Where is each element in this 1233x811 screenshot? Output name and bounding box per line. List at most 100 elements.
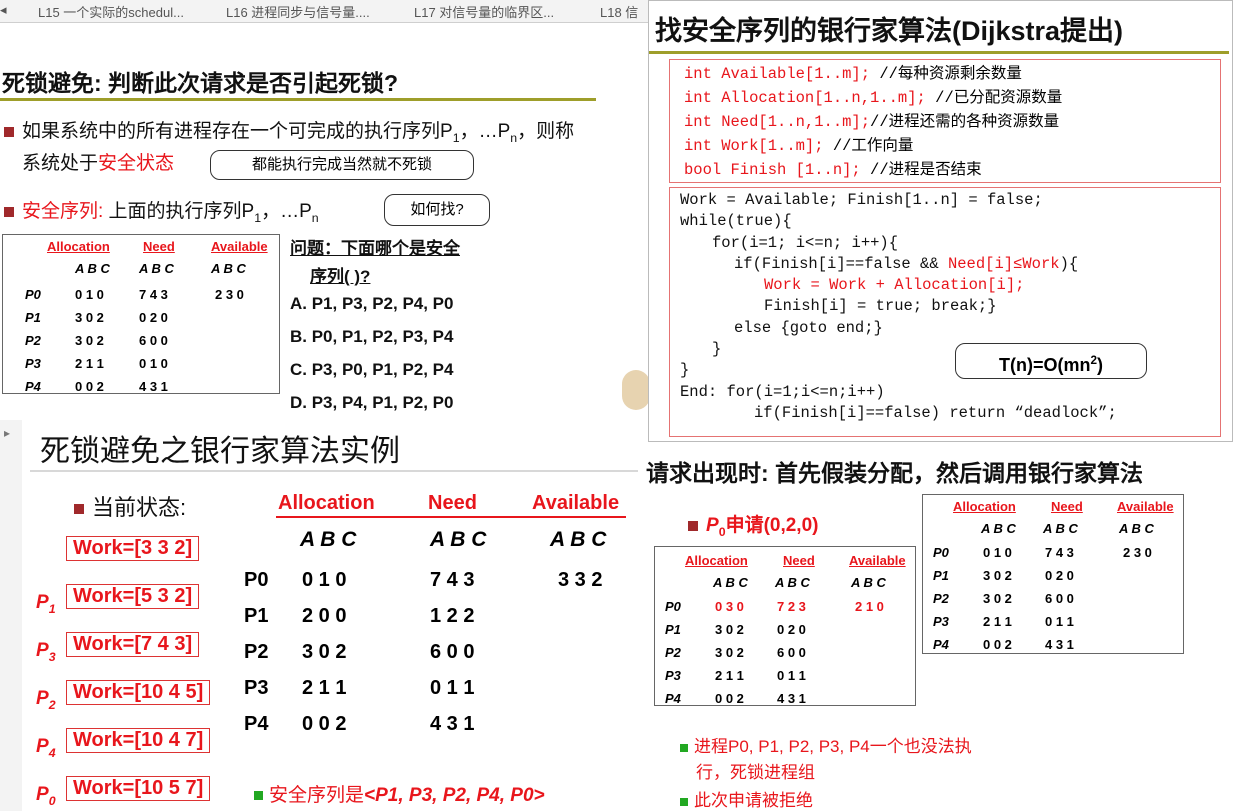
abc-label: A B C (713, 575, 748, 590)
callout-bubble-how: 如何找? (384, 194, 490, 226)
slide-title: 死锁避免: 判断此次请求是否引起死锁? (2, 70, 399, 96)
table-row: P1 3 0 20 2 0 (665, 622, 806, 637)
abc-label: A B C (1119, 521, 1154, 536)
tab-l15[interactable]: L15 一个实际的schedul... (38, 2, 216, 20)
work-box: Work=[10 4 7] (66, 728, 211, 753)
slide-title: 找安全序列的银行家算法(Dijkstra提出) (655, 16, 1124, 46)
work-process-label: P0 (36, 784, 56, 808)
abc-label: A B C (75, 261, 110, 276)
decl-line: int Available[1..m]; //每种资源剩余数量 (684, 65, 1022, 83)
abc-label: A B C (550, 528, 607, 551)
code-line: End: for(i=1;i<=n;i++) (680, 382, 885, 401)
col-header: Need (783, 553, 815, 568)
slide-request-handling: 请求出现时: 首先假装分配，然后调用银行家算法 P0申请(0,2,0) Allo… (640, 446, 1233, 811)
bullet-square (680, 797, 688, 806)
question-line1: 问题：下面哪个是安全 (290, 239, 460, 258)
col-header: Need (143, 239, 175, 254)
tab-l17[interactable]: L17 对信号量的临界区... (414, 2, 592, 20)
table-row: P4 0 0 24 3 1 (244, 713, 475, 735)
option-b: B. P0, P1, P2, P3, P4 (290, 327, 454, 346)
expand-arrow-icon[interactable]: ▸ (4, 426, 10, 440)
decl-line: int Need[1..n,1..m];//进程还需的各种资源数量 (684, 113, 1060, 131)
bullet-square (4, 126, 14, 137)
col-header: Allocation (47, 239, 110, 254)
col-header: Need (1051, 499, 1083, 514)
code-line: while(true){ (680, 212, 792, 231)
col-header: Available (849, 553, 906, 568)
resource-table: Allocation Need Available A B C A B C A … (2, 234, 280, 394)
algorithm-code-box: Work = Available; Finish[1..n] = false; w… (669, 187, 1221, 437)
decl-line: int Work[1..m]; //工作向量 (684, 137, 914, 155)
bullet-square (4, 206, 14, 217)
abc-label: A B C (430, 528, 487, 551)
code-line: if(Finish[i]==false) return “deadlock”; (754, 403, 1117, 422)
request-bullet: P0申请(0,2,0) (688, 510, 818, 539)
abc-label: A B C (981, 521, 1016, 536)
complexity-bubble: T(n)=O(mn2) (955, 343, 1147, 379)
abc-label: A B C (1043, 521, 1078, 536)
side-gutter (0, 420, 22, 811)
table-row: P4 0 0 24 3 1 (933, 637, 1074, 652)
col-header: Available (1117, 499, 1174, 514)
bullet-square (254, 791, 263, 801)
col-header: Allocation (685, 553, 748, 568)
bullet-square (680, 743, 688, 752)
abc-label: A B C (211, 261, 246, 276)
table-row: P3 2 1 10 1 1 (244, 677, 475, 699)
code-line: Finish[i] = true; break;} (764, 297, 997, 316)
bullet-square (74, 504, 84, 515)
work-process-label: P3 (36, 640, 56, 664)
code-line: else {goto end;} (734, 318, 883, 337)
process-rows: P0 0 1 07 4 32 3 0 P1 3 0 20 2 0 P2 3 0 26 … (933, 541, 1152, 656)
table-row: P0 0 1 07 4 32 3 0 (933, 545, 1152, 560)
option-c: C. P3, P0, P1, P2, P4 (290, 360, 454, 379)
process-rows: P0 0 1 07 4 32 3 0 P1 3 0 20 2 0 P2 3 0 26 … (25, 283, 244, 398)
option-d: D. P3, P4, P1, P2, P0 (290, 393, 454, 412)
abc-label: A B C (775, 575, 810, 590)
slide-banker-example: ▸ 死锁避免之银行家算法实例 当前状态: Allocation Need Ava… (0, 420, 640, 811)
col-header: Available (532, 492, 620, 514)
work-box: Work=[5 3 2] (66, 584, 200, 609)
logo-icon (622, 370, 648, 410)
slide-title: 请求出现时: 首先假装分配，然后调用银行家算法 (646, 460, 1144, 486)
work-box: Work=[10 5 7] (66, 776, 211, 801)
table-row: P2 3 0 26 0 0 (665, 645, 806, 660)
option-a: A. P1, P3, P2, P4, P0 (290, 294, 454, 313)
callout-bubble: 都能执行完成当然就不死锁 (210, 150, 474, 180)
process-rows: P0 0 3 07 2 32 1 0 P1 3 0 20 2 0 P2 3 0 26 … (665, 595, 884, 710)
table-row: P3 2 1 10 1 1 (933, 614, 1074, 629)
code-line: if(Finish[i]==false && Need[i]≤Work){ (734, 254, 1079, 273)
tab-scroll-left-icon[interactable]: ◂ (0, 2, 22, 20)
title-rule (0, 98, 596, 101)
table-row: P2 3 0 26 0 0 (244, 641, 475, 663)
code-line: Work = Available; Finish[1..n] = false; (680, 191, 1043, 209)
col-header: Allocation (953, 499, 1016, 514)
work-process-label: P4 (36, 736, 56, 760)
conclusion-deadlock: 进程P0, P1, P2, P3, P4一个也没法执 (680, 732, 972, 757)
tab-l16[interactable]: L16 进程同步与信号量.... (226, 2, 406, 20)
bullet-safe-state: 如果系统中的所有进程存在一个可完成的执行序列P1，…Pn，则称 (4, 116, 574, 145)
col-header: Allocation (278, 492, 375, 514)
work-box: Work=[3 3 2] (66, 536, 200, 561)
table-row: P0 0 3 07 2 32 1 0 (665, 599, 884, 614)
conclusion-deadlock-line2: 行，死锁进程组 (696, 763, 815, 782)
abc-label: A B C (139, 261, 174, 276)
title-rule (649, 51, 1229, 54)
slide-deadlock-avoidance: 死锁避免: 判断此次请求是否引起死锁? 如果系统中的所有进程存在一个可完成的执行… (0, 58, 648, 420)
work-box: Work=[10 4 5] (66, 680, 211, 705)
col-header: Need (428, 492, 477, 514)
safe-sequence-result: 安全序列是<P1, P3, P2, P4, P0> (254, 780, 545, 807)
code-line: for(i=1; i<=n; i++){ (712, 233, 899, 252)
original-state-table: Allocation Need Available A B C A B C A … (922, 494, 1184, 654)
table-row: P1 3 0 20 2 0 (25, 310, 168, 325)
example-rows: P0 0 1 07 4 33 3 2 P1 2 0 01 2 2 P2 3 0 26 … (244, 562, 602, 742)
slide-title: 死锁避免之银行家算法实例 (40, 435, 400, 468)
table-row: P2 3 0 26 0 0 (25, 333, 168, 348)
code-line: Work = Work + Allocation[i]; (764, 276, 1025, 295)
tab-l18[interactable]: L18 信 (600, 2, 640, 20)
bullet-square (688, 520, 698, 531)
slide-banker-algorithm: 找安全序列的银行家算法(Dijkstra提出) int Available[1.… (648, 0, 1233, 442)
table-row: P4 0 0 24 3 1 (25, 379, 168, 394)
bullet-safe-state-line2: 系统处于安全状态 (22, 153, 175, 174)
table-row: P0 0 1 07 4 32 3 0 (25, 287, 244, 302)
